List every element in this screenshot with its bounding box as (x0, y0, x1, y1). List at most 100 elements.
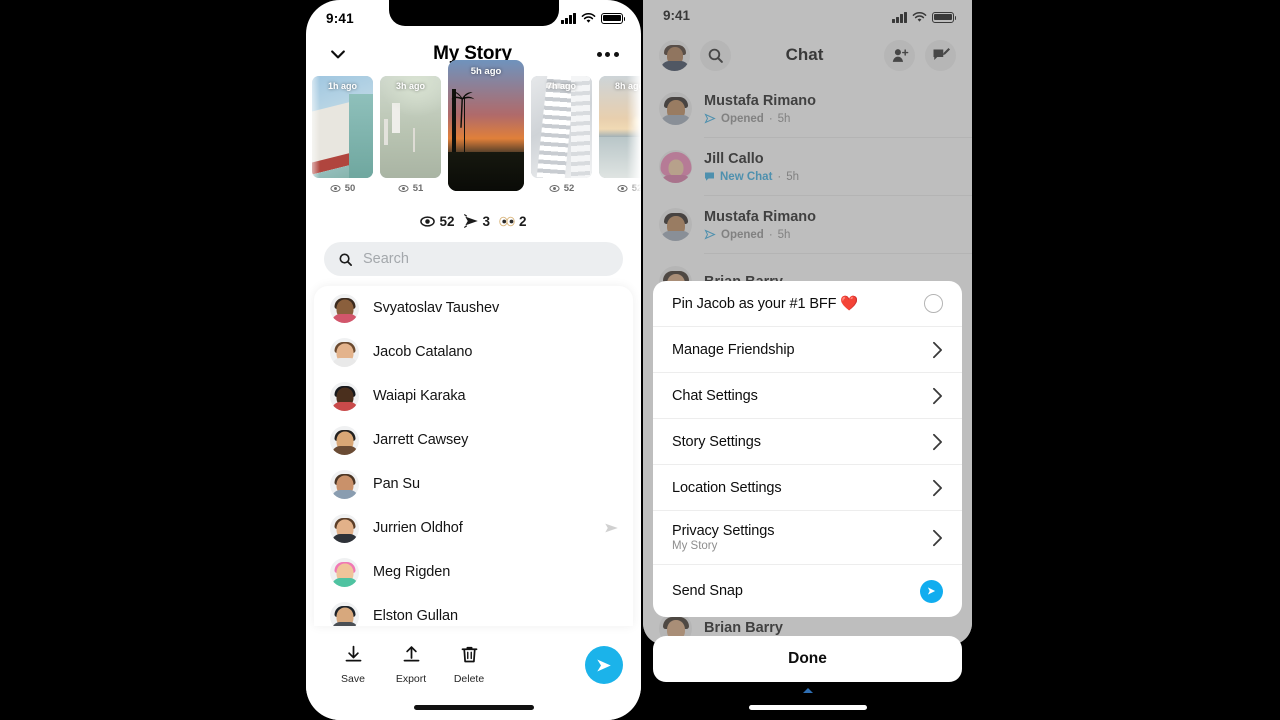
friend-list[interactable]: Svyatoslav Taushev Jacob Catalano Waiapi… (314, 286, 633, 626)
download-icon (345, 645, 361, 662)
list-item[interactable]: Jarrett Cawsey (314, 418, 633, 462)
sheet-row-label: Privacy Settings (672, 523, 775, 539)
friend-name: Jurrien Oldhof (373, 520, 463, 536)
story-snaps-strip[interactable]: 1h ago 50 3h ago 51 5h ago 7h ago 52 8h … (306, 60, 641, 208)
save-button[interactable]: Save (324, 644, 382, 685)
sheet-row-chat-settings[interactable]: Chat Settings (653, 373, 962, 419)
sheet-row-location-settings[interactable]: Location Settings (653, 465, 962, 511)
sheet-row-story-settings[interactable]: Story Settings (653, 419, 962, 465)
stat-views-value: 52 (439, 213, 455, 229)
scroll-hint-icon (802, 688, 813, 693)
list-item[interactable]: Svyatoslav Taushev (314, 286, 633, 330)
snap-view-count: 52 (599, 183, 641, 194)
eye-icon (549, 185, 560, 192)
sheet-row-send-snap[interactable]: Send Snap (653, 565, 962, 617)
send-arrow-glyph (927, 587, 936, 595)
snap-timestamp: 5h ago (470, 66, 502, 77)
export-button[interactable]: Export (382, 644, 440, 685)
snap-timestamp: 8h ago (614, 81, 641, 91)
delete-label: Delete (453, 673, 485, 685)
left-phone-my-story: 9:41 My Story 1h ago 50 3h ago 51 5h ago… (306, 0, 641, 720)
story-action-toolbar: Save Export Delete (306, 634, 641, 720)
eyes-emoji-icon (499, 216, 515, 226)
search-placeholder: Search (363, 251, 409, 267)
avatar (330, 381, 359, 411)
palm-tree-art (450, 91, 475, 128)
friend-actions-sheet: Pin Jacob as your #1 BFF ❤️ Manage Frien… (653, 281, 962, 617)
sheet-row-subtitle: My Story (672, 540, 718, 552)
send-button[interactable] (585, 646, 623, 684)
stat-shares-value: 3 (482, 213, 491, 229)
list-item[interactable]: Meg Rigden (314, 550, 633, 594)
sheet-row-label: Send Snap (672, 583, 743, 599)
send-arrow-icon (597, 659, 611, 671)
status-time: 9:41 (326, 10, 354, 26)
eye-icon (398, 185, 409, 192)
list-item[interactable]: Jurrien Oldhof (314, 506, 633, 550)
snap-thumbnail-selected[interactable]: 5h ago (448, 60, 524, 191)
stat-views: 52 (420, 213, 455, 229)
friend-name: Elston Gullan (373, 608, 458, 624)
view-count-value: 51 (412, 183, 424, 194)
story-stats-row: 52 3 2 (306, 208, 641, 234)
chevron-right-icon (933, 529, 942, 546)
avatar (330, 601, 359, 626)
snap-view-count: 50 (312, 183, 373, 194)
iphone-notch (388, 0, 559, 26)
save-label: Save (341, 673, 365, 685)
sheet-row-label: Location Settings (672, 479, 782, 496)
view-count-value: 52 (563, 183, 575, 194)
list-item[interactable]: Waiapi Karaka (314, 374, 633, 418)
sheet-row-label: Story Settings (672, 433, 761, 450)
trash-icon (461, 646, 477, 663)
eye-icon (617, 185, 628, 192)
snap-thumbnail[interactable]: 7h ago 52 (531, 76, 592, 194)
radio-unchecked-icon[interactable] (924, 294, 943, 313)
stat-screenshots: 2 (499, 214, 527, 229)
wifi-icon (581, 12, 596, 23)
sheet-row-privacy-settings[interactable]: Privacy Settings My Story (653, 511, 962, 565)
snap-timestamp: 7h ago (546, 81, 576, 91)
friend-name: Jarrett Cawsey (373, 432, 469, 448)
upload-icon (403, 646, 419, 662)
snap-send-icon (463, 214, 478, 228)
snap-send-icon[interactable] (604, 521, 619, 535)
snap-view-count: 52 (531, 183, 592, 194)
avatar (330, 513, 359, 543)
sheet-row-label: Manage Friendship (672, 341, 795, 358)
search-input[interactable]: Search (324, 242, 623, 276)
list-item[interactable]: Jacob Catalano (314, 330, 633, 374)
avatar (330, 557, 359, 587)
sheet-row-label: Chat Settings (672, 387, 758, 404)
snap-thumbnail[interactable]: 1h ago 50 (312, 76, 373, 194)
screenshot-canvas: 9:41 My Story 1h ago 50 3h ago 51 5h ago… (0, 0, 1280, 720)
view-count-value: 52 (631, 183, 641, 194)
right-phone-chat: 9:41 Chat Mustafa Rimano Opened · 5h Jil… (643, 0, 972, 645)
avatar (330, 293, 359, 323)
friend-name: Svyatoslav Taushev (373, 300, 500, 316)
sheet-row-label: Pin Jacob as your #1 BFF ❤️ (672, 296, 859, 312)
export-label: Export (395, 673, 427, 685)
send-snap-icon[interactable] (920, 579, 943, 603)
chevron-right-icon (933, 387, 942, 404)
snap-timestamp: 3h ago (395, 81, 425, 91)
view-count-value: 50 (344, 183, 356, 194)
snap-timestamp: 1h ago (327, 81, 357, 91)
home-indicator (748, 705, 867, 710)
list-item[interactable]: Pan Su (314, 462, 633, 506)
avatar (330, 337, 359, 367)
stat-screenshots-value: 2 (519, 213, 527, 229)
chevron-down-icon[interactable] (328, 44, 348, 64)
friend-name: Waiapi Karaka (373, 388, 466, 404)
eye-icon (330, 185, 341, 192)
chevron-right-icon (933, 433, 942, 450)
list-item[interactable]: Elston Gullan (314, 594, 633, 626)
chevron-right-icon (933, 479, 942, 496)
snap-thumbnail[interactable]: 8h ago 52 (599, 76, 641, 194)
more-options-icon[interactable] (596, 51, 619, 57)
snap-thumbnail[interactable]: 3h ago 51 (380, 76, 441, 194)
sheet-row-pin-bff[interactable]: Pin Jacob as your #1 BFF ❤️ (653, 281, 962, 327)
sheet-row-manage-friendship[interactable]: Manage Friendship (653, 327, 962, 373)
delete-button[interactable]: Delete (440, 644, 498, 685)
done-button[interactable]: Done (653, 636, 962, 682)
